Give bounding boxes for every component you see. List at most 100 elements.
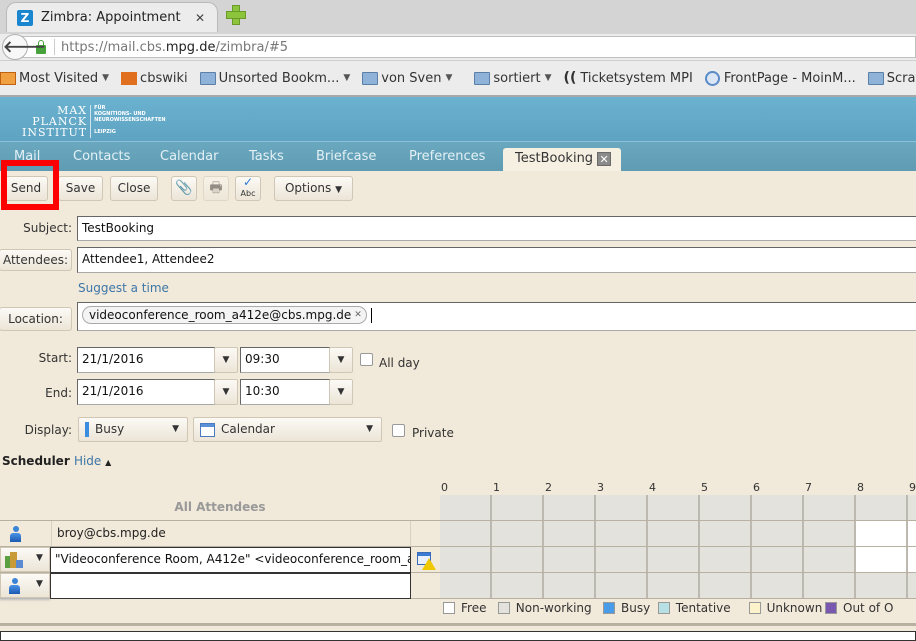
ticket-icon: (( xyxy=(563,70,577,86)
attendee-input[interactable]: "Videoconference Room, A412e" <videoconf… xyxy=(50,547,411,573)
location-input[interactable]: videoconference_room_a412e@cbs.mpg.de ✕ xyxy=(77,302,916,331)
calendar-select[interactable]: Calendar ▼ xyxy=(193,417,382,442)
non-working-slot xyxy=(908,495,916,520)
subject-input[interactable]: TestBooking xyxy=(77,216,916,241)
attendee-type-select[interactable]: ▼ xyxy=(0,547,50,572)
non-working-slot xyxy=(544,495,596,520)
bookmark-scratch[interactable]: Scratc xyxy=(867,71,916,86)
legend-label: Tentative xyxy=(675,601,731,615)
non-working-slot xyxy=(492,521,544,546)
legend-item: Free xyxy=(443,601,486,615)
spellcheck-icon: ✓ Abc xyxy=(240,175,256,198)
location-button[interactable]: Location: xyxy=(0,307,72,331)
hour-label: 5 xyxy=(701,481,708,494)
navigation-bar: https://mail.cbs.mpg.de/zimbra/#5 🡐 xyxy=(0,34,916,61)
non-working-slot xyxy=(804,573,856,598)
non-working-slot xyxy=(908,573,916,598)
legend-item: Unknown xyxy=(748,601,822,615)
non-working-slot xyxy=(700,547,752,572)
end-time-input[interactable]: 10:30 xyxy=(240,379,330,405)
legend-swatch xyxy=(825,602,837,614)
end-date-input[interactable]: 21/1/2016 xyxy=(77,379,215,405)
start-time-input[interactable]: 09:30 xyxy=(240,347,330,373)
suggest-time-link[interactable]: Suggest a time xyxy=(78,281,169,295)
non-working-slot xyxy=(492,495,544,520)
folder-icon xyxy=(362,71,379,85)
bookmark-frontpage[interactable]: FrontPage - MoinM... xyxy=(704,70,856,86)
moin-icon xyxy=(704,70,720,86)
bookmark-ticketsystem[interactable]: ((Ticketsystem MPI xyxy=(564,70,693,86)
hour-label: 3 xyxy=(597,481,604,494)
notes-textarea[interactable] xyxy=(0,631,916,641)
chevron-down-icon: ▼ xyxy=(335,185,343,195)
legend-swatch xyxy=(497,602,510,614)
print-button[interactable]: 🖶 xyxy=(203,176,229,201)
url-bar[interactable]: https://mail.cbs.mpg.de/zimbra/#5 xyxy=(20,36,916,58)
non-working-slot xyxy=(648,547,700,572)
person-icon xyxy=(10,526,21,542)
start-date-input[interactable]: 21/1/2016 xyxy=(77,347,215,373)
hide-scheduler-link[interactable]: Hide ▲ xyxy=(74,454,111,468)
app-tabs: Mail Contacts Calendar Tasks Briefcase P… xyxy=(0,141,916,172)
hour-label: 4 xyxy=(649,481,656,494)
printer-icon: 🖶 xyxy=(209,180,223,196)
private-checkbox[interactable] xyxy=(392,424,405,437)
non-working-slot xyxy=(648,495,700,520)
non-working-slot xyxy=(440,547,492,572)
allday-checkbox[interactable] xyxy=(360,353,373,366)
save-button[interactable]: Save xyxy=(58,176,103,201)
browser-tab[interactable]: Z Zimbra: Appointment ✕ xyxy=(6,2,218,32)
legend-swatch xyxy=(603,602,615,614)
tab-calendar[interactable]: Calendar xyxy=(160,149,218,164)
tab-briefcase[interactable]: Briefcase xyxy=(316,149,376,164)
free-slot xyxy=(856,521,908,546)
subject-label: Subject: xyxy=(23,221,72,235)
legend-item: Non-working xyxy=(497,601,592,615)
send-button[interactable]: Send xyxy=(4,176,48,201)
tab-mail[interactable]: Mail xyxy=(14,149,40,164)
start-date-dropdown[interactable]: ▼ xyxy=(214,347,238,373)
attendee-name: broy@cbs.mpg.de xyxy=(51,521,411,546)
scheduler-header: Scheduler Hide ▲ xyxy=(2,454,112,468)
new-attendee-input[interactable] xyxy=(50,573,411,599)
options-button[interactable]: Options ▼ xyxy=(274,176,353,201)
divider xyxy=(0,623,916,626)
back-arrow-icon[interactable]: 🡐 xyxy=(2,34,46,60)
bookmark-sortiert[interactable]: sortiert ▼ xyxy=(474,71,552,86)
non-working-slot xyxy=(648,573,700,598)
location-chip[interactable]: videoconference_room_a412e@cbs.mpg.de ✕ xyxy=(82,306,367,324)
palm-icon xyxy=(121,71,138,85)
attach-button[interactable]: 📎 xyxy=(171,176,197,201)
close-button[interactable]: Close xyxy=(110,176,158,201)
bookmark-unsorted[interactable]: Unsorted Bookm... ▼ xyxy=(199,71,350,86)
close-tab-icon[interactable]: ✕ xyxy=(597,152,612,166)
tab-testbooking[interactable]: TestBooking ✕ xyxy=(503,148,622,172)
tab-contacts[interactable]: Contacts xyxy=(73,149,130,164)
end-time-dropdown[interactable]: ▼ xyxy=(329,379,353,405)
end-label: End: xyxy=(45,386,72,400)
max-planck-logo: MAX PLANCK INSTITUT FÜR KOGNITIONS- UND … xyxy=(22,104,166,139)
remove-chip-icon[interactable]: ✕ xyxy=(354,310,362,320)
private-label: Private xyxy=(412,426,454,440)
bookmark-cbswiki[interactable]: cbswiki xyxy=(121,71,188,86)
legend-swatch xyxy=(443,602,455,614)
attendee-type-select[interactable]: ▼ xyxy=(0,573,50,598)
bookmark-most-visited[interactable]: Most Visited ▼ xyxy=(0,71,109,86)
attendees-input[interactable]: Attendee1, Attendee2 xyxy=(77,247,916,273)
tab-tasks[interactable]: Tasks xyxy=(249,149,284,164)
new-tab-icon[interactable] xyxy=(226,5,246,25)
location-building-icon xyxy=(5,552,23,568)
close-tab-icon[interactable]: ✕ xyxy=(195,11,205,25)
legend-swatch xyxy=(748,602,761,614)
availability-warning-icon[interactable] xyxy=(417,552,436,570)
attendees-button[interactable]: Attendees: xyxy=(0,249,72,271)
start-time-dropdown[interactable]: ▼ xyxy=(329,347,353,373)
non-working-slot xyxy=(700,573,752,598)
bookmark-von-sven[interactable]: von Sven ▼ xyxy=(362,71,452,86)
tab-preferences[interactable]: Preferences xyxy=(409,149,485,164)
end-date-dropdown[interactable]: ▼ xyxy=(214,379,238,405)
chevron-down-icon: ▼ xyxy=(222,387,230,397)
legend-label: Non-working xyxy=(515,601,592,615)
spellcheck-button[interactable]: ✓ Abc xyxy=(235,176,261,201)
display-select[interactable]: Busy ▼ xyxy=(78,417,188,442)
